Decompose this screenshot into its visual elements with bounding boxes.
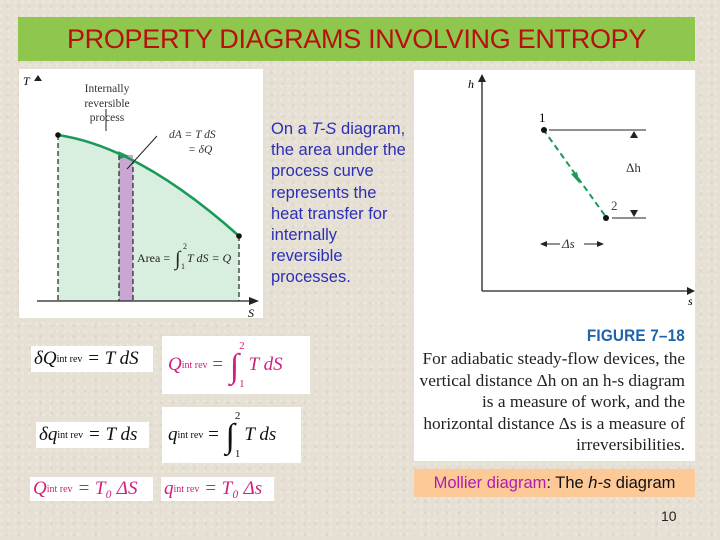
equation-dQ-int-rev: δQ int rev = T dS bbox=[31, 346, 153, 372]
s-axis-arrow-icon bbox=[249, 297, 259, 305]
eq2-eq: = bbox=[212, 354, 224, 375]
area-integral-upper: 2 bbox=[183, 242, 187, 251]
equation-Q-int-rev-integral: Qint rev = ∫ 2 1 T dS bbox=[162, 336, 310, 394]
curve-label-line3: process bbox=[90, 112, 125, 124]
point-1-label: 1 bbox=[539, 110, 546, 125]
delta-h-down-arrow-icon bbox=[630, 210, 638, 217]
equation-q-int-rev-T0: q int rev = T₀ Δs bbox=[161, 477, 274, 501]
eq4-upper: 2 bbox=[234, 410, 241, 422]
state-point-2 bbox=[603, 215, 609, 221]
da-label-line1: dA = T dS bbox=[169, 129, 216, 141]
ts-diagram: T S Internally reversible process dA = T… bbox=[19, 69, 263, 318]
ts-description: On a T-S diagram, the area under the pro… bbox=[271, 119, 409, 289]
slide-title-bar: PROPERTY DIAGRAMS INVOLVING ENTROPY bbox=[18, 17, 695, 61]
eq2-integral-sign: ∫ bbox=[229, 348, 240, 385]
eq5-rhs: = T₀ ΔS bbox=[77, 478, 138, 499]
curve-label-line1: Internally bbox=[85, 83, 130, 95]
desc-part2: diagram, the area under the process curv… bbox=[271, 120, 406, 287]
t-axis-arrow-icon bbox=[34, 75, 42, 81]
eq5-lhs: Q bbox=[33, 478, 47, 499]
h-axis-label: h bbox=[468, 77, 474, 91]
equation-q-int-rev-integral: q int rev = ∫ 2 1 T ds bbox=[162, 407, 301, 463]
equation-dq-int-rev: δq int rev = T ds bbox=[36, 422, 149, 448]
eq2-sub: int rev bbox=[181, 359, 208, 371]
eq6-sub: int rev bbox=[173, 483, 200, 495]
eq2-upper: 2 bbox=[239, 340, 245, 352]
area-integral-lower: 1 bbox=[181, 262, 185, 271]
page-number: 10 bbox=[661, 508, 677, 524]
eq1-lhs: δQ bbox=[34, 348, 57, 369]
eq1-rhs: = T dS bbox=[87, 348, 139, 369]
eq3-rhs: = T ds bbox=[87, 424, 138, 445]
curve-label-line2: reversible bbox=[84, 98, 129, 110]
delta-s-label: Δs bbox=[561, 236, 575, 251]
eq4-sub: int rev bbox=[177, 429, 204, 441]
eq2-lhs: Q bbox=[168, 354, 182, 375]
ts-diagram-figure: T S Internally reversible process dA = T… bbox=[23, 74, 259, 318]
delta-h-label: Δh bbox=[626, 160, 641, 175]
equation-Q-int-rev-T0: Qint rev = T₀ ΔS bbox=[30, 477, 153, 501]
eq1-sub: int rev bbox=[56, 353, 83, 365]
delta-h-up-arrow-icon bbox=[630, 131, 638, 138]
eq2-rhs: T dS bbox=[248, 354, 283, 375]
mollier-italic: h-s bbox=[588, 473, 612, 492]
eq6-rhs: = T₀ Δs bbox=[204, 478, 263, 499]
eq4-rhs: T ds bbox=[244, 424, 277, 445]
area-label-body: T dS = Q bbox=[187, 251, 232, 265]
slide-title: PROPERTY DIAGRAMS INVOLVING ENTROPY bbox=[66, 23, 647, 54]
eq4-lower: 1 bbox=[234, 448, 241, 460]
mollier-term: Mollier diagram bbox=[433, 473, 547, 492]
mollier-caption: Mollier diagram: The h-s diagram bbox=[414, 469, 695, 497]
h-axis-arrow-icon bbox=[478, 74, 486, 82]
delta-s-right-arrow-icon bbox=[597, 241, 604, 247]
mollier-rest2: diagram bbox=[611, 473, 676, 492]
da-label-line2: = δQ bbox=[188, 144, 213, 156]
desc-part1: On a bbox=[271, 120, 312, 138]
figure-caption: For adiabatic steady-flow devices, the v… bbox=[419, 349, 685, 454]
hs-diagram: h s 1 2 Δh Δs bbox=[468, 74, 695, 308]
state-point-1 bbox=[55, 132, 61, 138]
eq2-lower: 1 bbox=[239, 378, 245, 390]
mollier-rest1: The bbox=[550, 473, 589, 492]
area-label-prefix: Area = bbox=[137, 251, 170, 265]
point-2-label: 2 bbox=[611, 198, 618, 213]
eq4-integral-sign: ∫ bbox=[225, 418, 235, 455]
eq4-lhs: q bbox=[168, 424, 178, 445]
s-axis-label: s bbox=[688, 294, 693, 308]
eq6-lhs: q bbox=[164, 478, 174, 499]
eq3-sub: int rev bbox=[57, 429, 84, 441]
figure-label: FIGURE 7–18 bbox=[586, 326, 685, 345]
state-point-2 bbox=[236, 233, 242, 239]
eq3-lhs: δq bbox=[39, 424, 58, 445]
t-axis-label: T bbox=[23, 74, 31, 88]
delta-s-left-arrow-icon bbox=[540, 241, 547, 247]
state-point-1 bbox=[541, 127, 547, 133]
desc-italic: T-S bbox=[311, 120, 337, 138]
area-under-curve bbox=[58, 135, 239, 301]
differential-strip bbox=[119, 155, 133, 301]
eq4-eq: = bbox=[208, 424, 219, 445]
hs-diagram-figure: h s 1 2 Δh Δs FIGURE 7–18 For adiabatic … bbox=[414, 70, 695, 461]
s-axis-label: S bbox=[248, 306, 254, 318]
eq5-sub: int rev bbox=[46, 483, 73, 495]
